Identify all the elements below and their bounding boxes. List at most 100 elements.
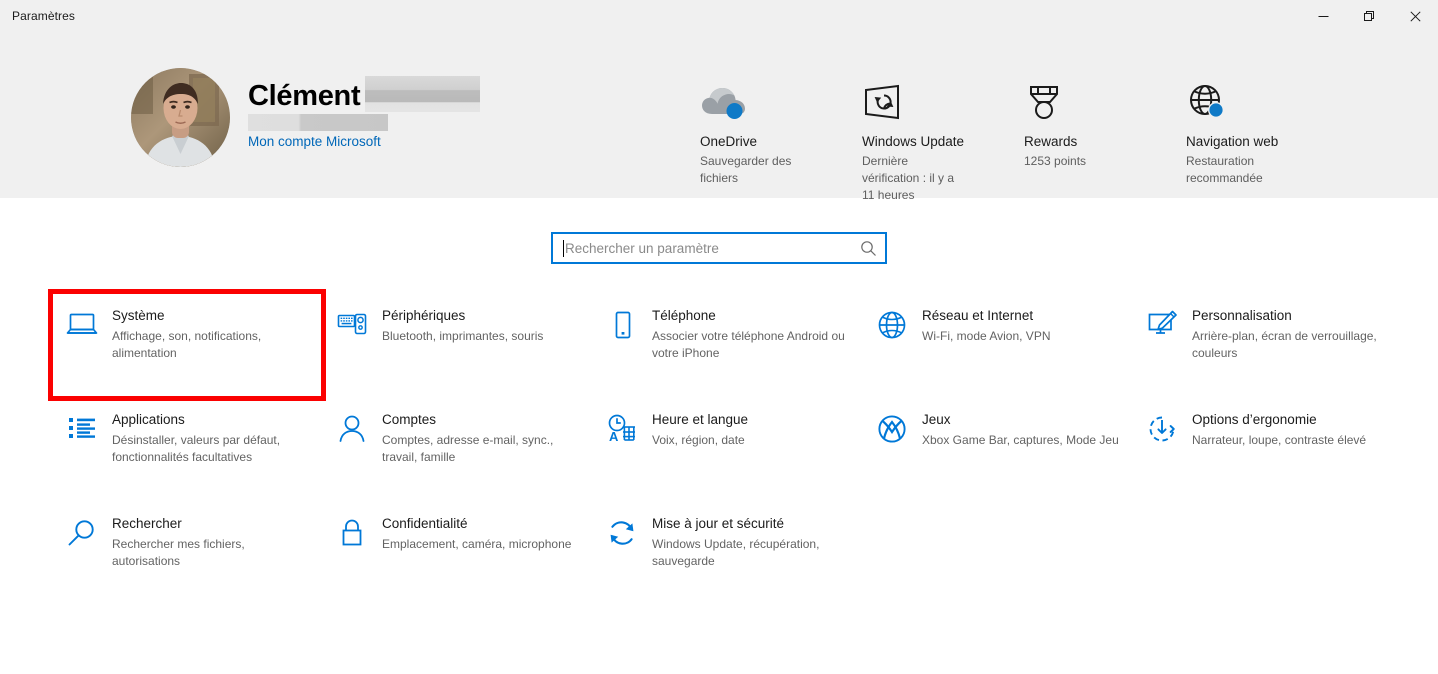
restore-icon <box>1363 10 1374 21</box>
redacted-surname <box>365 76 480 112</box>
search-area: Rechercher un paramètre <box>0 232 1438 264</box>
tile-title: Réseau et Internet <box>922 308 1034 323</box>
microsoft-account-link[interactable]: Mon compte Microsoft <box>248 134 381 149</box>
tile-body: Système Affichage, son, notifications, a… <box>112 307 310 397</box>
shortcut-subtitle: Restauration recommandée <box>1186 154 1263 185</box>
web-browsing-globe-icon <box>1186 82 1348 122</box>
ease-of-access-icon <box>1146 411 1192 501</box>
text-caret <box>563 239 564 257</box>
shortcut-windows-update[interactable]: Windows Update Dernière vérification : i… <box>862 82 1024 204</box>
maximize-button[interactable] <box>1346 0 1392 32</box>
search-placeholder: Rechercher un paramètre <box>565 240 719 256</box>
shortcut-subtitle: 1253 points <box>1024 154 1087 168</box>
tile-heure-langue[interactable]: A Heure et langue Voix, région, date <box>592 397 862 501</box>
shortcut-title: Rewards <box>1024 134 1078 149</box>
tile-subtitle: Emplacement, caméra, microphone <box>382 537 572 551</box>
tile-body: Options d’ergonomie Narrateur, loupe, co… <box>1192 411 1390 501</box>
tile-body: Confidentialité Emplacement, caméra, mic… <box>382 515 580 605</box>
tile-options-ergonomie[interactable]: Options d’ergonomie Narrateur, loupe, co… <box>1132 397 1402 501</box>
tile-personnalisation[interactable]: Personnalisation Arrière-plan, écran de … <box>1132 293 1402 397</box>
tile-body: Applications Désinstaller, valeurs par d… <box>112 411 310 501</box>
close-button[interactable] <box>1392 0 1438 32</box>
tile-body: Réseau et Internet Wi-Fi, mode Avion, VP… <box>922 307 1120 397</box>
devices-icon <box>336 307 382 397</box>
tile-title: Périphériques <box>382 308 466 323</box>
minimize-button[interactable] <box>1300 0 1346 32</box>
shortcut-onedrive[interactable]: OneDrive Sauvegarder des fichiers <box>700 82 862 204</box>
phone-icon <box>606 307 652 397</box>
tile-subtitle: Narrateur, loupe, contraste élevé <box>1192 433 1367 447</box>
magnifier-icon <box>66 515 112 605</box>
tile-reseau-internet[interactable]: Réseau et Internet Wi-Fi, mode Avion, VP… <box>862 293 1132 397</box>
shortcut-title: OneDrive <box>700 134 758 149</box>
tile-body: Téléphone Associer votre téléphone Andro… <box>652 307 850 397</box>
redacted-email <box>248 114 388 131</box>
title-bar: Paramètres <box>0 0 1438 32</box>
account-person-icon <box>336 411 382 501</box>
tile-subtitle: Affichage, son, notifications, alimentat… <box>112 329 262 360</box>
tile-title: Jeux <box>922 412 951 427</box>
shortcut-web-browsing[interactable]: Navigation web Restauration recommandée <box>1186 82 1348 204</box>
tile-jeux[interactable]: Jeux Xbox Game Bar, captures, Mode Jeu <box>862 397 1132 501</box>
tile-applications[interactable]: Applications Désinstaller, valeurs par d… <box>52 397 322 501</box>
tile-comptes[interactable]: Comptes Comptes, adresse e-mail, sync., … <box>322 397 592 501</box>
tile-systeme[interactable]: Système Affichage, son, notifications, a… <box>48 289 326 401</box>
tile-subtitle: Désinstaller, valeurs par défaut, foncti… <box>112 433 281 464</box>
tile-rechercher[interactable]: Rechercher Rechercher mes fichiers, auto… <box>52 501 322 605</box>
tile-subtitle: Arrière-plan, écran de verrouillage, cou… <box>1192 329 1377 360</box>
tile-body: Personnalisation Arrière-plan, écran de … <box>1192 307 1390 397</box>
tile-subtitle: Xbox Game Bar, captures, Mode Jeu <box>922 433 1119 447</box>
account-text-block: Clément Mon compte Microsoft <box>248 68 480 149</box>
globe-icon <box>876 307 922 397</box>
tile-title: Comptes <box>382 412 437 427</box>
shortcut-subtitle: Dernière vérification : il y a 11 heures <box>862 154 955 202</box>
tile-body: Heure et langue Voix, région, date <box>652 411 850 501</box>
account-summary[interactable]: Clément Mon compte Microsoft <box>131 68 480 167</box>
tile-title: Personnalisation <box>1192 308 1292 323</box>
tile-title: Mise à jour et sécurité <box>652 516 785 531</box>
tile-subtitle: Wi-Fi, mode Avion, VPN <box>922 329 1051 343</box>
close-icon <box>1409 10 1421 22</box>
tile-subtitle: Voix, région, date <box>652 433 745 447</box>
tile-title: Téléphone <box>652 308 716 323</box>
window-controls <box>1300 0 1438 32</box>
window-title: Paramètres <box>12 9 76 23</box>
tile-title: Confidentialité <box>382 516 468 531</box>
tile-title: Système <box>112 308 165 323</box>
tile-body: Jeux Xbox Game Bar, captures, Mode Jeu <box>922 411 1120 501</box>
personalization-brush-icon <box>1146 307 1192 397</box>
tile-subtitle: Windows Update, récupération, sauvegarde <box>652 537 820 568</box>
time-language-icon: A <box>606 411 652 501</box>
avatar[interactable] <box>131 68 230 167</box>
tile-mise-a-jour-securite[interactable]: Mise à jour et sécurité Windows Update, … <box>592 501 862 605</box>
shortcut-title: Navigation web <box>1186 134 1279 149</box>
account-name: Clément <box>248 80 361 112</box>
tile-subtitle: Comptes, adresse e-mail, sync., travail,… <box>382 433 554 464</box>
tile-body: Comptes Comptes, adresse e-mail, sync., … <box>382 411 580 501</box>
tile-title: Applications <box>112 412 185 427</box>
tile-subtitle: Bluetooth, imprimantes, souris <box>382 329 544 343</box>
search-input[interactable]: Rechercher un paramètre <box>551 232 887 264</box>
settings-grid: Système Affichage, son, notifications, a… <box>48 289 1438 605</box>
shortcut-subtitle: Sauvegarder des fichiers <box>700 154 792 185</box>
tile-title: Options d’ergonomie <box>1192 412 1317 427</box>
laptop-icon <box>66 307 112 397</box>
shortcut-rewards[interactable]: Rewards 1253 points <box>1024 82 1186 204</box>
onedrive-cloud-icon <box>700 82 862 122</box>
apps-list-icon <box>66 411 112 501</box>
tile-title: Heure et langue <box>652 412 749 427</box>
tile-confidentialite[interactable]: Confidentialité Emplacement, caméra, mic… <box>322 501 592 605</box>
avatar-photo-icon <box>131 68 230 167</box>
account-header: Clément Mon compte Microsoft OneDrive Sa… <box>0 32 1438 202</box>
svg-text:A: A <box>609 429 619 444</box>
tile-body: Périphériques Bluetooth, imprimantes, so… <box>382 307 580 397</box>
tile-title: Rechercher <box>112 516 182 531</box>
minimize-icon <box>1318 15 1328 17</box>
xbox-gaming-icon <box>876 411 922 501</box>
tile-subtitle: Associer votre téléphone Android ou votr… <box>652 329 845 360</box>
tile-body: Rechercher Rechercher mes fichiers, auto… <box>112 515 310 605</box>
search-icon[interactable] <box>860 240 877 257</box>
tile-telephone[interactable]: Téléphone Associer votre téléphone Andro… <box>592 293 862 397</box>
update-security-icon <box>606 515 652 605</box>
tile-peripheriques[interactable]: Périphériques Bluetooth, imprimantes, so… <box>322 293 592 397</box>
